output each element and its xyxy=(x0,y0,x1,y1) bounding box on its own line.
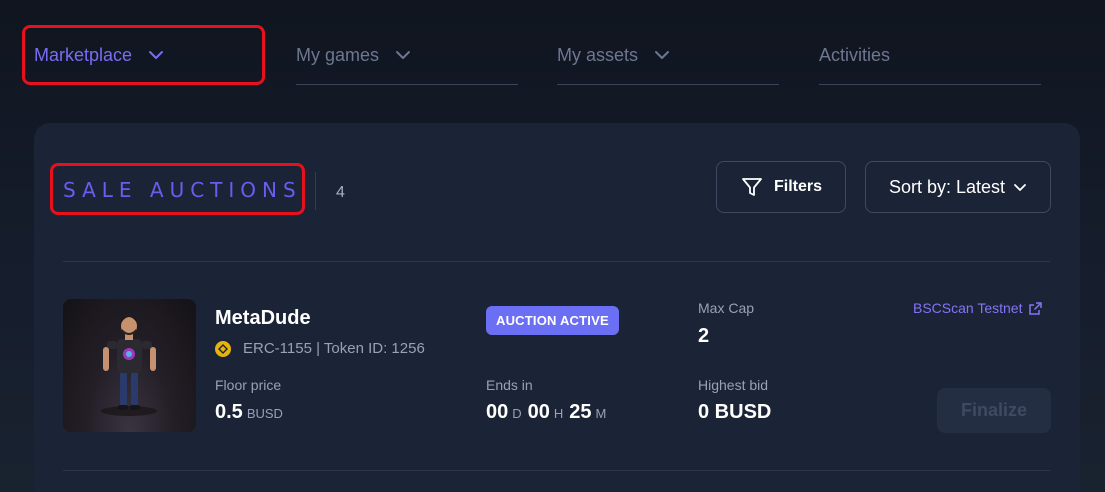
floor-price-label: Floor price xyxy=(215,377,282,393)
max-cap-value: 2 xyxy=(698,325,710,347)
title-divider xyxy=(315,172,316,210)
highlight-box-marketplace xyxy=(22,25,265,85)
status-badge: AUCTION ACTIVE xyxy=(486,306,619,335)
floor-price-unit: BUSD xyxy=(246,406,283,421)
divider-bottom xyxy=(63,470,1050,471)
auction-count: 4 xyxy=(336,184,345,201)
filters-button[interactable]: Filters xyxy=(716,161,846,213)
countdown-minutes: 25 xyxy=(569,401,592,423)
sort-dropdown[interactable]: Sort by: Latest xyxy=(865,161,1051,213)
floor-price-value-row: 0.5 BUSD xyxy=(215,401,289,424)
nav-activities[interactable]: Activities xyxy=(819,40,1041,85)
filter-icon xyxy=(742,178,762,196)
countdown-hours-unit: H xyxy=(553,406,564,421)
floor-price-value: 0.5 xyxy=(215,401,243,423)
highlight-box-title xyxy=(50,163,305,215)
nft-name: MetaDude xyxy=(215,307,311,329)
external-link-icon xyxy=(1029,301,1043,315)
countdown-minutes-unit: M xyxy=(595,406,607,421)
avatar-figure-image xyxy=(101,316,157,416)
finalize-button[interactable]: Finalize xyxy=(937,388,1051,433)
nav-my-assets[interactable]: My assets xyxy=(557,40,779,85)
ends-in-label: Ends in xyxy=(486,377,533,393)
nft-thumbnail[interactable] xyxy=(63,299,196,432)
filters-label: Filters xyxy=(773,178,822,195)
countdown-days-unit: D xyxy=(512,406,522,421)
countdown-hours: 00 xyxy=(527,401,550,423)
divider-top xyxy=(63,261,1050,262)
countdown: 00 D 00 H 25 M xyxy=(486,401,612,424)
chevron-down-icon xyxy=(395,40,411,70)
chevron-down-icon xyxy=(1013,183,1027,192)
nav-activities-label: Activities xyxy=(819,45,891,65)
bscscan-link-label: BSCScan Testnet xyxy=(913,300,1023,316)
nav-my-assets-label: My assets xyxy=(557,45,639,65)
chevron-down-icon xyxy=(654,40,670,70)
token-info: ERC-1155 | Token ID: 1256 xyxy=(243,340,425,357)
nav-my-games[interactable]: My games xyxy=(296,40,518,85)
highest-bid-label: Highest bid xyxy=(698,377,769,393)
max-cap-label: Max Cap xyxy=(698,300,755,316)
sort-label: Sort by: Latest xyxy=(888,176,1006,197)
countdown-days: 00 xyxy=(486,401,509,423)
bscscan-link[interactable]: BSCScan Testnet xyxy=(913,300,1043,316)
bnb-coin-icon xyxy=(215,340,231,357)
nav-my-games-label: My games xyxy=(296,45,380,65)
token-info-row: ERC-1155 | Token ID: 1256 xyxy=(215,340,425,357)
highest-bid-value: 0 BUSD xyxy=(698,401,772,423)
